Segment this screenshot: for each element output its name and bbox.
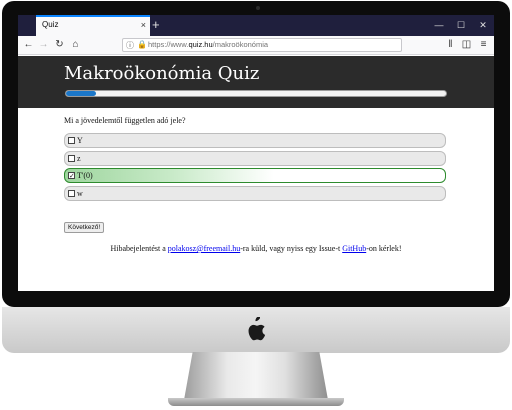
answer-label-0: Y [77,136,83,145]
quiz-header: Makroökonómia Quiz [18,56,494,108]
github-link[interactable]: GitHub [342,244,366,253]
url-protocol: https://www. [148,40,189,49]
monitor-chin [2,307,510,353]
info-icon[interactable]: ⓘ [126,40,134,51]
lock-icon: 🔒 [137,40,147,49]
url-bar[interactable]: ⓘ 🔒 https://www.quiz.hu/makroökonómia [122,38,402,52]
url-path: /makroökonómia [212,40,269,49]
page-content: Makroökonómia Quiz Mi a jövedelemtől füg… [18,56,494,291]
checkbox-1[interactable] [68,155,75,162]
url-text: https://www.quiz.hu/makroökonómia [148,40,268,49]
footer-text-before: Hibabejelentést a [110,244,168,253]
camera [256,6,260,10]
maximize-icon[interactable]: ☐ [454,18,468,32]
tab-bar: Quiz × + — ☐ ✕ [18,15,494,36]
answer-label-1: z [77,154,81,163]
menu-icon[interactable]: ≡ [477,38,490,52]
minimize-icon[interactable]: — [432,18,446,32]
answer-option-2[interactable]: ✓ T'(0) [64,168,446,183]
home-icon[interactable]: ⌂ [69,38,82,52]
answer-option-0[interactable]: Y [64,133,446,148]
close-window-icon[interactable]: ✕ [476,18,490,32]
progress-fill [66,91,97,96]
screen: Quiz × + — ☐ ✕ ← → ↻ ⌂ ⓘ 🔒 https://www.q… [18,15,494,291]
progress-bar [65,90,447,97]
tab-quiz[interactable]: Quiz × [36,15,150,36]
answer-option-1[interactable]: z [64,151,446,166]
answer-option-3[interactable]: w [64,186,446,201]
new-tab-icon[interactable]: + [152,17,160,32]
forward-icon[interactable]: → [37,38,50,52]
reload-icon[interactable]: ↻ [53,38,66,52]
next-button[interactable]: Következő! [64,222,105,233]
footer-text-middle: -ra küld, vagy nyiss egy Issue-t [240,244,343,253]
navigation-bar: ← → ↻ ⌂ ⓘ 🔒 https://www.quiz.hu/makroöko… [18,36,494,55]
back-icon[interactable]: ← [22,38,35,52]
footer-text-after: -on kérlek! [366,244,402,253]
checkbox-0[interactable] [68,137,75,144]
answer-label-3: w [77,189,83,198]
apple-logo-icon [248,317,266,341]
email-link[interactable]: polakosz@freemail.hu [168,244,240,253]
monitor-stand [184,352,328,400]
checkbox-2[interactable]: ✓ [68,172,75,180]
checkbox-3[interactable] [68,190,75,197]
monitor-foot [168,398,344,406]
tab-close-icon[interactable]: × [141,20,146,30]
sidebar-icon[interactable]: ◫ [460,38,473,52]
url-domain: quiz.hu [188,40,213,49]
library-icon[interactable]: ‖ [444,38,457,52]
page-title: Makroökonómia Quiz [64,63,260,84]
question-text: Mi a jövedelemtől független adó jele? [64,116,186,125]
answer-label-2: T'(0) [77,171,93,180]
tab-title: Quiz [42,20,59,29]
footer-text: Hibabejelentést a polakosz@freemail.hu-r… [18,244,494,253]
